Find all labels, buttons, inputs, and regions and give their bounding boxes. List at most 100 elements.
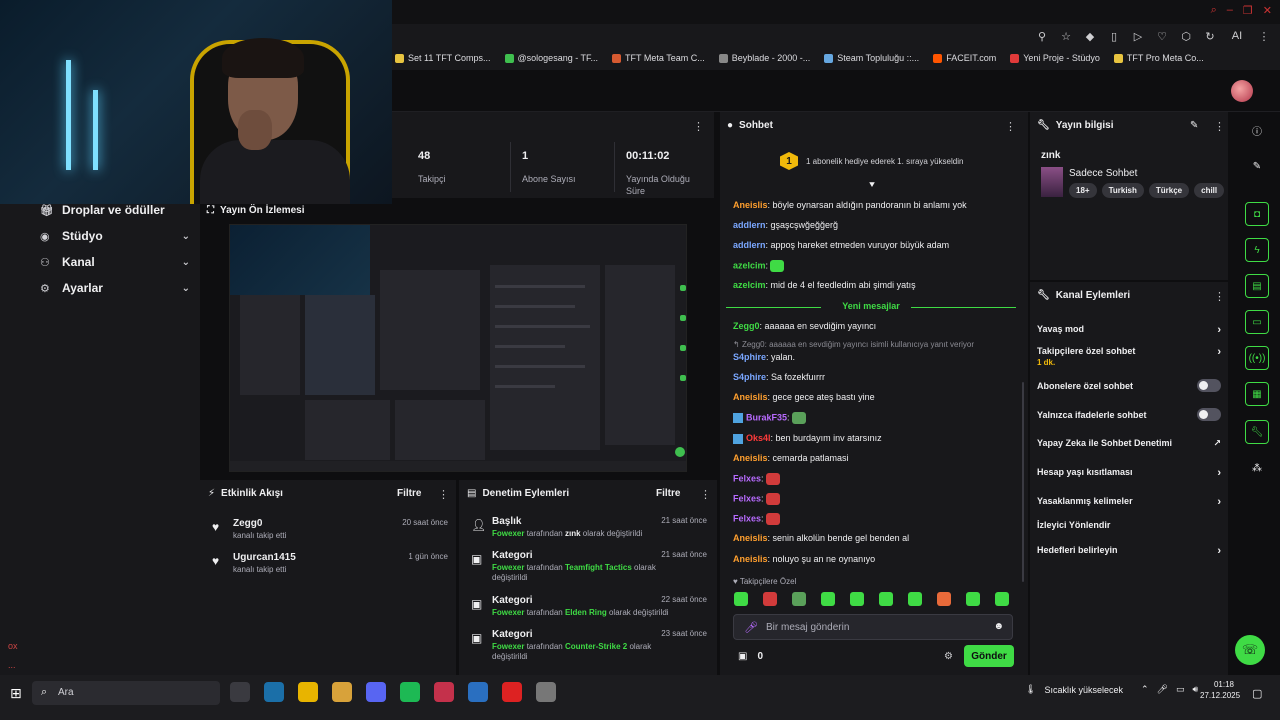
- broadcast-icon[interactable]: ((•)): [1245, 346, 1269, 370]
- taskbar-app-icon[interactable]: [536, 682, 556, 702]
- chat-username[interactable]: Aneislis: [733, 200, 768, 210]
- kebab-icon[interactable]: ⋮: [1214, 120, 1225, 133]
- windows-start-icon[interactable]: ⊞: [10, 685, 22, 702]
- clock[interactable]: 01:18 27.12.2025: [1200, 680, 1240, 702]
- search-icon[interactable]: ⌕: [1211, 4, 1217, 17]
- extensions-icon[interactable]: ⬡: [1180, 30, 1192, 43]
- channel-points[interactable]: ▣ 0: [738, 651, 763, 662]
- chat-username[interactable]: Oks4l: [746, 433, 771, 443]
- clip-icon[interactable]: ◘: [1245, 202, 1269, 226]
- bookmark-icon[interactable]: ▯: [1108, 30, 1120, 43]
- filter-button[interactable]: Filtre: [656, 488, 680, 499]
- minimize-icon[interactable]: –: [1227, 4, 1233, 17]
- volume-icon[interactable]: 🔊︎: [1192, 684, 1198, 695]
- emote-icon[interactable]: [734, 592, 748, 606]
- channel-action-item[interactable]: Hedefleri belirleyin ›: [1037, 545, 1221, 557]
- moderation-user[interactable]: Fowexer: [492, 642, 524, 651]
- bookmark-item[interactable]: Yeni Proje - Stüdyo: [1010, 53, 1100, 63]
- info-icon[interactable]: ⓘ: [1245, 118, 1269, 142]
- channel-action-item[interactable]: İzleyici Yönlendir: [1037, 520, 1221, 530]
- scrollbar[interactable]: [1022, 382, 1024, 582]
- channel-action-item[interactable]: Abonelere özel sohbet: [1037, 379, 1221, 392]
- help-button[interactable]: ☏: [1235, 635, 1265, 665]
- taskbar-app-icon[interactable]: [366, 682, 386, 702]
- taskbar-app-icon[interactable]: [264, 682, 284, 702]
- play-icon[interactable]: ▷: [1132, 30, 1144, 43]
- tag-pill[interactable]: 18+: [1069, 183, 1097, 198]
- kebab-icon[interactable]: ⋮: [438, 488, 449, 501]
- shield-icon[interactable]: ◆: [1084, 30, 1096, 43]
- chat-username[interactable]: azelcim: [733, 280, 766, 290]
- tag-pill[interactable]: Türkçe: [1148, 183, 1190, 198]
- network-icon[interactable]: ▭: [1176, 684, 1185, 695]
- emote-icon[interactable]: [937, 592, 951, 606]
- bookmark-item[interactable]: @sologesang - TF...: [504, 53, 598, 63]
- filter-button[interactable]: Filtre: [397, 488, 421, 499]
- chat-username[interactable]: Aneislis: [733, 453, 768, 463]
- chat-username[interactable]: azelcim: [733, 260, 766, 270]
- kebab-icon[interactable]: ⋮: [693, 120, 704, 133]
- maximize-icon[interactable]: ❐: [1243, 4, 1253, 17]
- apps-icon[interactable]: ⁂: [1245, 456, 1269, 480]
- wrench-icon[interactable]: 🔧︎: [1245, 420, 1269, 444]
- feed-user[interactable]: Ugurcan1415: [233, 552, 296, 563]
- chevron-up-icon[interactable]: ⌃: [1141, 684, 1149, 695]
- feed-user[interactable]: Zegg0: [233, 518, 262, 529]
- channel-action-item[interactable]: Hesap yaşı kısıtlaması ›: [1037, 467, 1221, 479]
- chat-username[interactable]: S4phire: [733, 372, 766, 382]
- notes-icon[interactable]: ▤: [1245, 274, 1269, 298]
- stack-icon[interactable]: ▦: [1245, 382, 1269, 406]
- pin-icon[interactable]: ⚲: [1036, 30, 1048, 43]
- kebab-icon[interactable]: ⋮: [1005, 120, 1016, 133]
- moderation-user[interactable]: Fowexer: [492, 563, 524, 572]
- gear-icon[interactable]: ⚙: [944, 651, 953, 662]
- chat-username[interactable]: addlern: [733, 220, 766, 230]
- menu-icon[interactable]: ⋮: [1258, 30, 1270, 43]
- chat-username[interactable]: Aneislis: [733, 554, 768, 564]
- moderation-user[interactable]: Fowexer: [492, 529, 524, 538]
- ai-button[interactable]: AI: [1228, 30, 1246, 43]
- notification-icon[interactable]: ▢: [1252, 687, 1262, 700]
- chat-input[interactable]: 🎤︎ Bir mesaj gönderin ☻: [733, 614, 1013, 640]
- bookmark-item[interactable]: TFT Meta Team C...: [612, 53, 705, 63]
- emote-icon[interactable]: [850, 592, 864, 606]
- chat-username[interactable]: Zegg0: [733, 321, 760, 331]
- emote-icon[interactable]: [995, 592, 1009, 606]
- taskbar-app-icon[interactable]: [502, 682, 522, 702]
- bookmark-item[interactable]: Steam Topluluğu ::...: [824, 53, 919, 63]
- chat-username[interactable]: Felxes: [733, 513, 761, 523]
- taskbar-app-icon[interactable]: [230, 682, 250, 702]
- preview-video[interactable]: [229, 224, 687, 472]
- emote-icon[interactable]: [821, 592, 835, 606]
- chat-username[interactable]: S4phire: [733, 352, 766, 362]
- emoji-icon[interactable]: ☻: [993, 621, 1004, 632]
- emote-icon[interactable]: [763, 592, 777, 606]
- taskbar-app-icon[interactable]: [434, 682, 454, 702]
- chat-username[interactable]: Felxes: [733, 493, 761, 503]
- pencil-icon[interactable]: ✎: [1190, 120, 1198, 131]
- channel-action-item[interactable]: Yalnızca ifadelerle sohbet: [1037, 408, 1221, 421]
- microphone-icon[interactable]: 🎤︎: [1157, 684, 1168, 695]
- send-button[interactable]: Gönder: [964, 645, 1014, 667]
- sidebar-item-drops[interactable]: 🎁︎ Droplar ve ödüller: [40, 203, 190, 217]
- kebab-icon[interactable]: ⋮: [700, 488, 711, 501]
- heart-icon[interactable]: ♡: [1156, 30, 1168, 43]
- channel-action-item[interactable]: Yasaklanmış kelimeler ›: [1037, 496, 1221, 508]
- emote-icon[interactable]: [908, 592, 922, 606]
- sidebar-item-studio[interactable]: ◉ Stüdyo ⌄: [40, 229, 190, 243]
- pencil-icon[interactable]: ✎: [1245, 154, 1269, 178]
- avatar[interactable]: [1231, 80, 1253, 102]
- chat-username[interactable]: Felxes: [733, 473, 761, 483]
- toggle-switch[interactable]: [1197, 379, 1221, 392]
- sidebar-item-settings[interactable]: ⚙ Ayarlar ⌄: [40, 281, 190, 295]
- bookmark-item[interactable]: FACEIT.com: [933, 53, 996, 63]
- emote-icon[interactable]: [966, 592, 980, 606]
- chat-icon[interactable]: ▭: [1245, 310, 1269, 334]
- chat-username[interactable]: addlern: [733, 240, 766, 250]
- moderation-user[interactable]: Fowexer: [492, 608, 524, 617]
- bookmark-item[interactable]: TFT Pro Meta Co...: [1113, 53, 1204, 63]
- taskbar-app-icon[interactable]: [400, 682, 420, 702]
- weather-text[interactable]: Sıcaklık yükselecek: [1044, 685, 1123, 695]
- bookmark-item[interactable]: Set 11 TFT Comps...: [395, 53, 491, 63]
- collapse-icon[interactable]: ⯆: [868, 180, 876, 191]
